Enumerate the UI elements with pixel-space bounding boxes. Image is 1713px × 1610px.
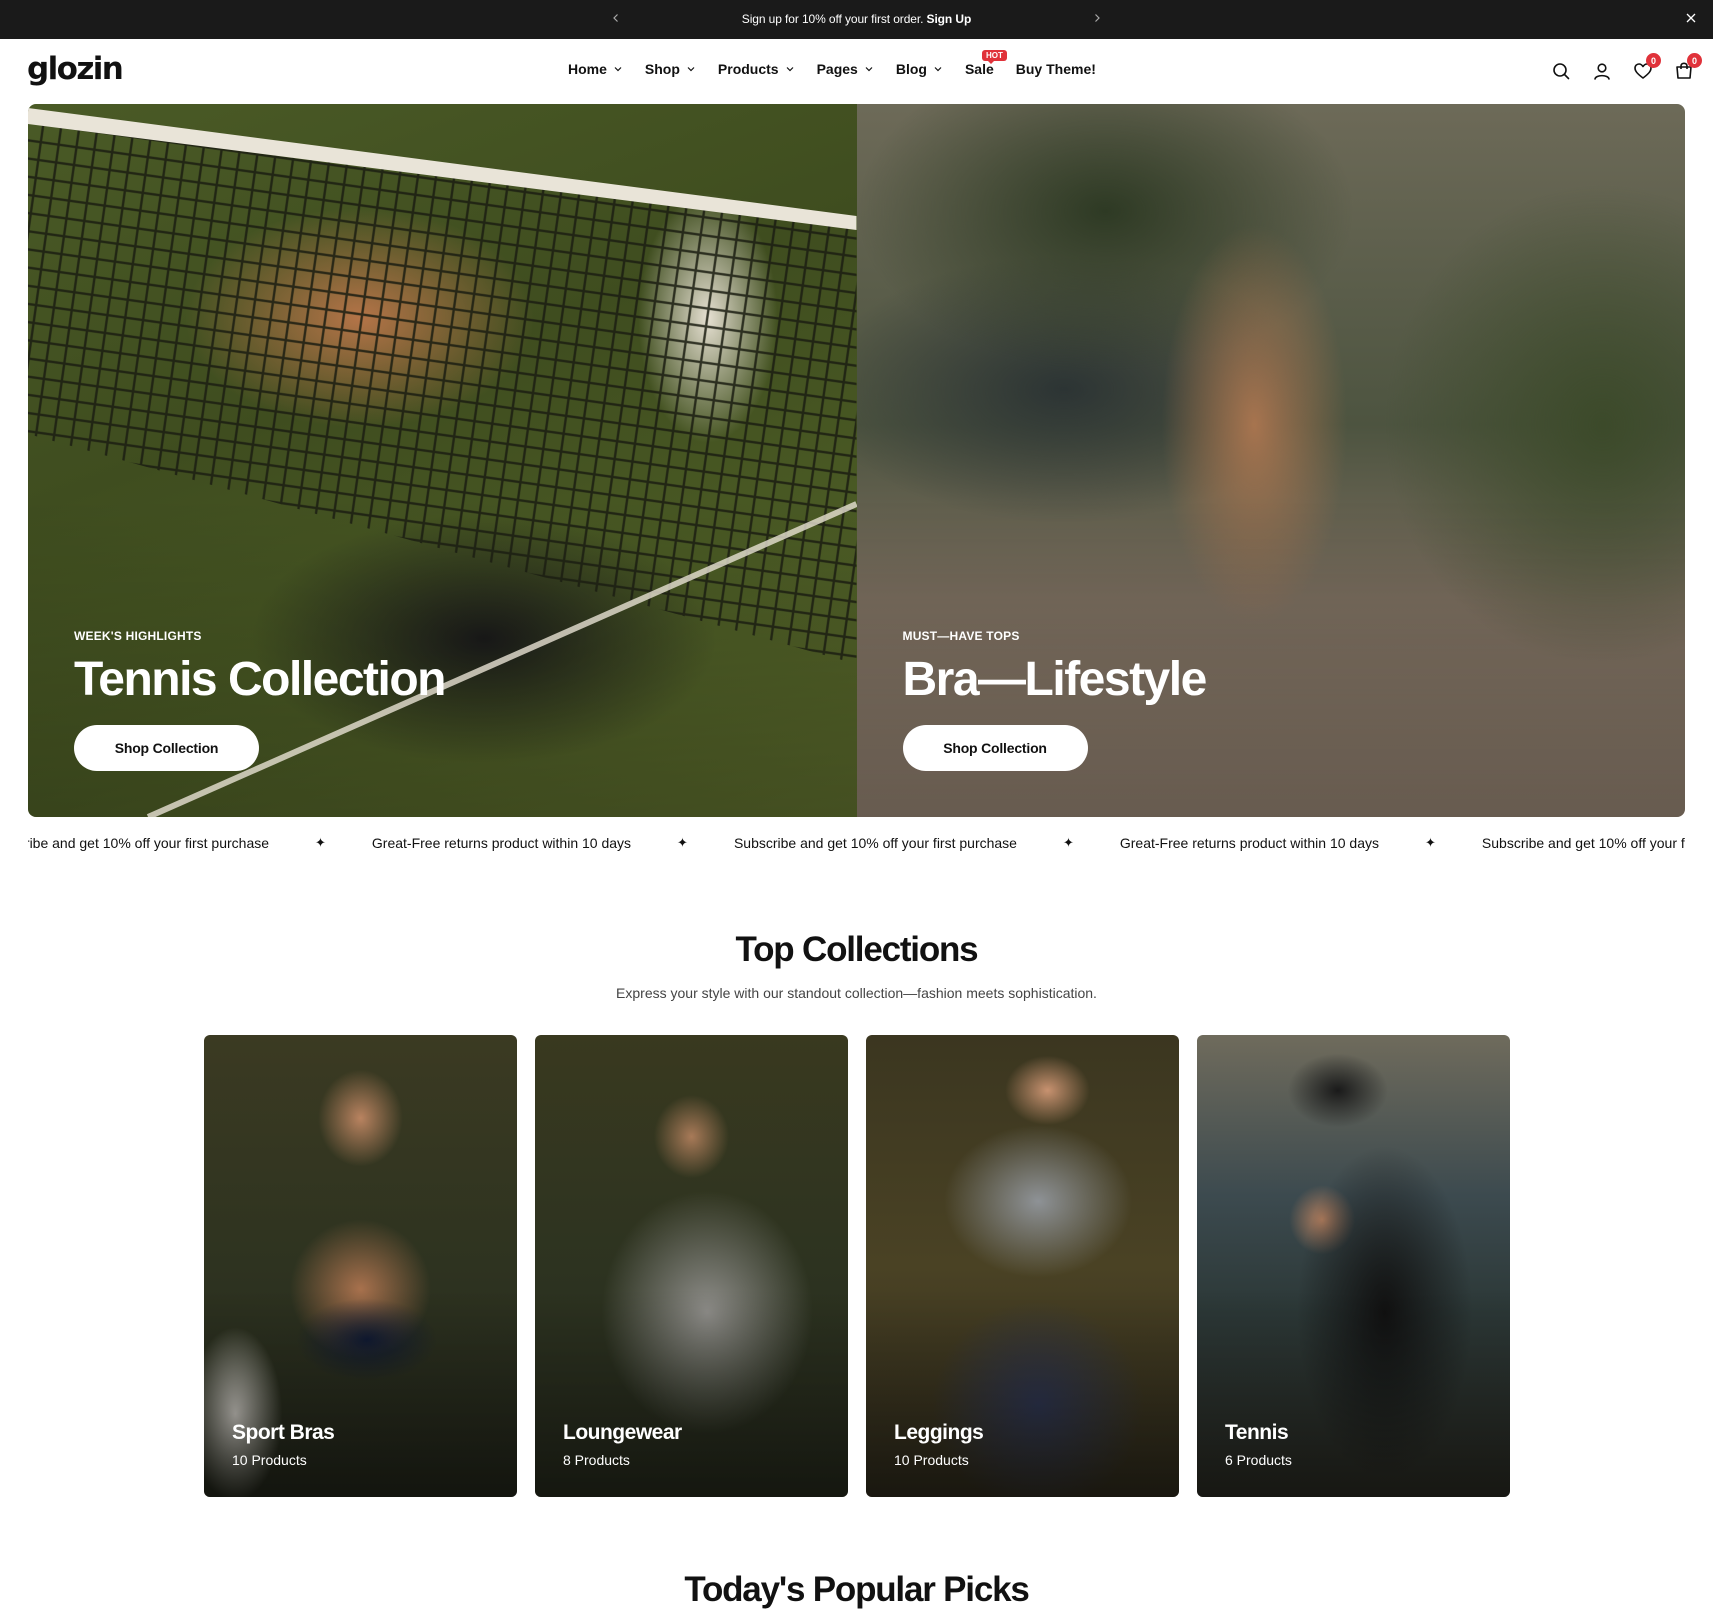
collection-name: Leggings [894, 1421, 984, 1444]
marquee-item: Subscribe and get 10% off your first pur… [1481, 835, 1685, 851]
announcement-text: Sign up for 10% off your first order. [741, 12, 924, 26]
promo-marquee: Subscribe and get 10% off your first pur… [28, 830, 1685, 856]
search-icon [1553, 63, 1570, 80]
search-button[interactable] [1550, 60, 1572, 82]
account-icon [1594, 63, 1610, 80]
hero-eyebrow: WEEK'S HIGHLIGHTS [74, 629, 202, 643]
collection-name: Tennis [1225, 1421, 1289, 1444]
shop-collection-button[interactable]: Shop Collection [74, 725, 259, 772]
announcement-message: Sign up for 10% off your first order. Si… [0, 12, 1713, 26]
nav-blog[interactable]: Blog [896, 61, 943, 77]
header-icons: 0 0 [1531, 53, 1702, 82]
collection-name: Sport Bras [232, 1421, 335, 1444]
hero-title: Bra—Lifestyle [902, 653, 1208, 706]
nav-pages-label: Pages [816, 61, 858, 77]
collection-card-loungewear[interactable]: Loungewear 8 Products [535, 1035, 848, 1497]
nav-home-label: Home [568, 61, 607, 77]
marquee-item: Subscribe and get 10% off your first pur… [733, 835, 1017, 851]
collection-count: 8 Products [563, 1452, 630, 1468]
chevron-down-icon [687, 67, 695, 72]
nav-sale[interactable]: HOT Sale [965, 50, 1007, 77]
wishlist-button[interactable]: 0 [1632, 53, 1661, 82]
collection-count: 10 Products [232, 1452, 307, 1468]
star-icon: ✦ [677, 835, 688, 850]
hero-title: Tennis Collection [74, 653, 446, 706]
marquee-track: Subscribe and get 10% off your first pur… [28, 835, 1685, 851]
marquee-item: Subscribe and get 10% off your first pur… [28, 835, 270, 851]
marquee-item: Great-Free returns product within 10 day… [1119, 835, 1379, 851]
chevron-right-icon [1095, 14, 1100, 22]
shop-collection-button[interactable]: Shop Collection [902, 725, 1088, 772]
collection-card-leggings[interactable]: Leggings 10 Products [866, 1035, 1179, 1497]
chevron-down-icon [614, 67, 622, 72]
cart-count-badge: 0 [1687, 53, 1702, 68]
star-icon: ✦ [1062, 835, 1074, 850]
nav-shop[interactable]: Shop [645, 61, 696, 77]
hero-panel-bra-lifestyle[interactable]: MUST—HAVE TOPS Bra—Lifestyle Shop Collec… [856, 104, 1685, 817]
nav-buy-theme[interactable]: Buy Theme! [1016, 61, 1096, 77]
hot-badge: HOT [981, 50, 1007, 64]
nav-blog-label: Blog [895, 61, 927, 77]
chevron-down-icon [786, 67, 794, 72]
main-nav: Home Shop Products Pages Blog HOT Sale B… [568, 50, 1118, 77]
collection-count: 6 Products [1225, 1452, 1292, 1468]
chevron-down-icon [934, 67, 942, 72]
close-icon [1686, 13, 1696, 23]
nav-pages[interactable]: Pages [817, 61, 874, 77]
nav-products-label: Products [717, 61, 779, 77]
logo[interactable]: glozin [27, 51, 124, 87]
collection-card-tennis[interactable]: Tennis 6 Products [1197, 1035, 1510, 1497]
hero-eyebrow: MUST—HAVE TOPS [902, 629, 1020, 643]
hero-banner: WEEK'S HIGHLIGHTS Tennis Collection Shop… [28, 104, 1685, 817]
star-icon: ✦ [1425, 835, 1436, 850]
cart-button[interactable]: 0 [1673, 53, 1702, 82]
collection-cards: Sport Bras 10 Products Loungewear 8 Prod… [204, 1035, 1510, 1497]
nav-shop-label: Shop [644, 61, 680, 77]
wishlist-count-badge: 0 [1646, 53, 1661, 68]
section-title-top-collections: Top Collections [735, 930, 979, 969]
announcement-bar: Sign up for 10% off your first order. Si… [0, 0, 1713, 39]
collection-card-sport-bras[interactable]: Sport Bras 10 Products [204, 1035, 517, 1497]
section-subtitle: Express your style with our standout col… [616, 985, 1097, 1001]
collection-name: Loungewear [563, 1421, 682, 1444]
marquee-item: Great-Free returns product within 10 day… [371, 835, 632, 851]
nav-products[interactable]: Products [718, 61, 795, 77]
hero-panel-tennis[interactable]: WEEK'S HIGHLIGHTS Tennis Collection Shop… [28, 104, 857, 817]
nav-home[interactable]: Home [568, 61, 623, 77]
next-announcement-button[interactable] [1088, 9, 1106, 27]
site-header: glozin Home Shop Products Pages Blog HOT… [0, 39, 1713, 103]
signup-link[interactable]: Sign Up [927, 12, 972, 26]
collection-count: 10 Products [894, 1452, 969, 1468]
hero-copy-bra: MUST—HAVE TOPS Bra—Lifestyle Shop Collec… [902, 629, 1208, 772]
nav-buy-theme-label: Buy Theme! [1015, 61, 1096, 77]
star-icon: ✦ [315, 835, 326, 850]
close-announcement-button[interactable] [1683, 10, 1699, 26]
section-title-popular-picks: Today's Popular Picks [684, 1570, 1029, 1609]
account-button[interactable] [1591, 60, 1613, 82]
chevron-down-icon [865, 67, 873, 72]
hero-copy-tennis: WEEK'S HIGHLIGHTS Tennis Collection Shop… [74, 629, 446, 772]
